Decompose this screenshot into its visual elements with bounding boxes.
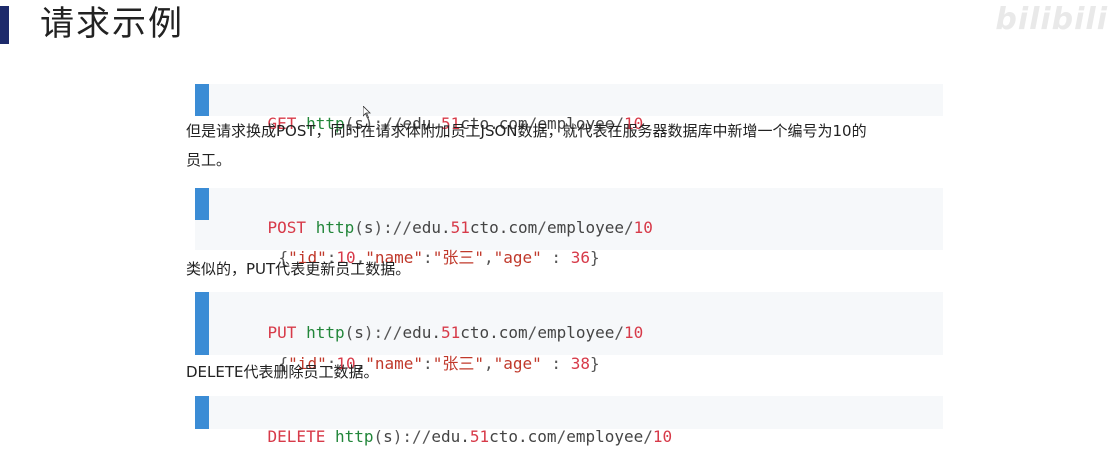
url-id: 10 (624, 323, 644, 342)
json-colon: : (423, 248, 433, 267)
paragraph-post-line1: 但是请求换成POST，同时在请求体附加员工JSON数据，就代表在服务器数据库中新… (186, 122, 867, 140)
json-comma: , (483, 248, 494, 267)
url-slash: / (614, 323, 625, 342)
url-paren: ) (392, 427, 403, 446)
json-key-age: "age" (493, 248, 542, 267)
json-key-age: "age" (493, 354, 542, 373)
url-id: 10 (652, 427, 673, 446)
code-block-accent (195, 292, 209, 355)
code-block-accent (195, 84, 209, 116)
json-value-age: 36 (570, 248, 590, 267)
url-id: 10 (633, 218, 653, 237)
code-block-delete: DELETE http(s)://edu.51cto.com/employee/… (195, 396, 943, 446)
mouse-cursor-icon (363, 106, 371, 118)
title-accent-bar (0, 6, 9, 44)
code-block-post: POST http(s)://edu.51cto.com/employee/10… (195, 188, 943, 267)
code-block-get: GET http(s)://edu.51cto.com/employee/10 (195, 84, 943, 133)
code-block-accent (195, 396, 209, 429)
bilibili-watermark: bilibili (995, 2, 1108, 37)
url-host: edu. (431, 427, 470, 446)
json-brace: } (589, 354, 600, 373)
json-value-age: 38 (570, 354, 590, 373)
url-path: employee (566, 427, 644, 446)
url-scheme: http (334, 427, 374, 446)
page-title: 请求示例 (40, 4, 184, 44)
request-line-delete: DELETE http(s)://edu.51cto.com/employee/… (229, 401, 673, 473)
json-value-name: "张三" (432, 248, 484, 267)
json-colon: : (423, 354, 433, 373)
json-comma: , (483, 354, 494, 373)
paragraph-post-line2: 员工。 (186, 151, 232, 169)
paragraph-put: 类似的，PUT代表更新员工数据。 (186, 260, 411, 278)
url-slash: / (556, 427, 567, 446)
paragraph-delete: DELETE代表删除员工数据。 (186, 363, 379, 381)
json-value-name: "张三" (432, 354, 484, 373)
code-block-put: PUT http(s)://edu.51cto.com/employee/10 … (195, 292, 943, 373)
url-host: cto.com (489, 427, 557, 446)
http-method: DELETE (267, 427, 326, 446)
url-s: s (383, 427, 393, 446)
url-slash: / (643, 427, 653, 446)
json-colon: : (541, 354, 571, 373)
url-host-num: 51 (469, 427, 490, 446)
url-slash: / (624, 218, 634, 237)
code-block-accent (195, 188, 209, 220)
url-sep: :// (402, 427, 432, 446)
json-colon: : (541, 248, 571, 267)
json-brace: } (589, 248, 600, 267)
url-paren: ( (373, 427, 384, 446)
